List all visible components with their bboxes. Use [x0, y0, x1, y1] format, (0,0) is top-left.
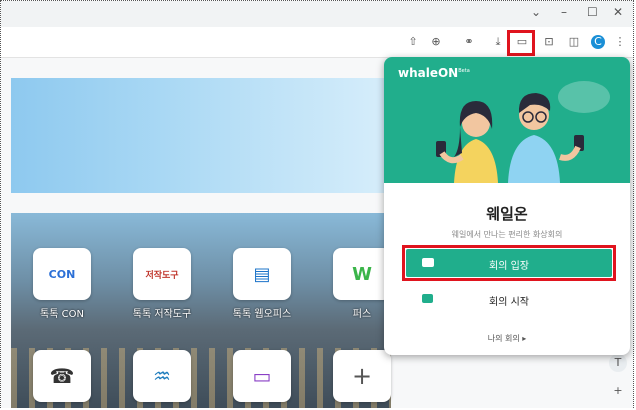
close-button[interactable]: ✕ — [613, 5, 623, 19]
minimize-button[interactable]: – — [561, 5, 567, 19]
browser-toolbar: ⇧ ⊕ ⚭ ⤓ ▭ ⊡ ◫ C ⋮ — [1, 27, 633, 58]
app-tile[interactable]: ▤ 톡톡 웹오피스 — [231, 248, 293, 320]
whaleon-hero: whaleONBeta — [384, 57, 630, 183]
download-icon[interactable]: ⤓ — [491, 35, 505, 49]
tab-list-icon[interactable]: ⌄ — [531, 5, 541, 19]
sidebar-icon[interactable]: ◫ — [567, 35, 581, 49]
sidebar-toggle-button[interactable]: T — [609, 354, 627, 372]
popup-title: 웨일온 — [486, 205, 528, 223]
add-shortcut-button[interactable]: + — [331, 350, 393, 402]
app-tile[interactable]: CON 톡톡 CON — [31, 248, 93, 320]
profile-icon[interactable]: C — [591, 35, 605, 49]
phone-icon: ☎ — [33, 350, 91, 402]
start-meeting-button[interactable]: 회의 시작 — [406, 289, 612, 311]
add-icon[interactable]: + — [609, 382, 627, 400]
app-icon: 저작도구 — [133, 248, 191, 300]
app-icon: ▤ — [233, 248, 291, 300]
monitor-icon: ▭ — [233, 350, 291, 402]
app-label: 톡톡 CON — [40, 309, 84, 320]
app-icon: CON — [33, 248, 91, 300]
wave-icon: ♒ — [133, 350, 191, 402]
app-label: 톡톡 웹오피스 — [232, 309, 292, 320]
plus-icon: + — [333, 350, 391, 402]
join-button-highlight — [402, 245, 616, 281]
app-tile[interactable]: ☎ — [31, 350, 93, 402]
translate-icon[interactable]: ⚭ — [462, 35, 476, 49]
my-meetings-link[interactable]: 나의 회의 ▸ — [384, 333, 630, 344]
maximize-button[interactable]: ☐ — [587, 5, 598, 19]
whaleon-popup: whaleONBeta 웨일온 웨일에서 만나는 편리한 화상회의 회의 입장 … — [384, 57, 630, 355]
app-icon: W — [333, 248, 391, 300]
app-tile[interactable]: 저작도구 톡톡 저작도구 — [131, 248, 193, 320]
screenshot-icon[interactable]: ⊡ — [542, 35, 556, 49]
popup-subtitle: 웨일에서 만나는 편리한 화상회의 — [451, 230, 563, 239]
start-meeting-label: 회의 시작 — [489, 297, 529, 308]
whaleon-icon-highlight — [507, 30, 535, 56]
whaleon-logo: whaleONBeta — [398, 66, 470, 80]
title-bar: ⌄ – ☐ ✕ — [1, 1, 633, 27]
app-tile[interactable]: ▭ — [231, 350, 293, 402]
share-icon[interactable]: ⇧ — [406, 35, 420, 49]
app-label: 톡톡 저작도구 — [132, 309, 192, 320]
more-icon[interactable]: ⋮ — [613, 35, 627, 49]
zoom-icon[interactable]: ⊕ — [429, 35, 443, 49]
app-tile[interactable]: ♒ — [131, 350, 193, 402]
banner-image — [11, 78, 391, 193]
